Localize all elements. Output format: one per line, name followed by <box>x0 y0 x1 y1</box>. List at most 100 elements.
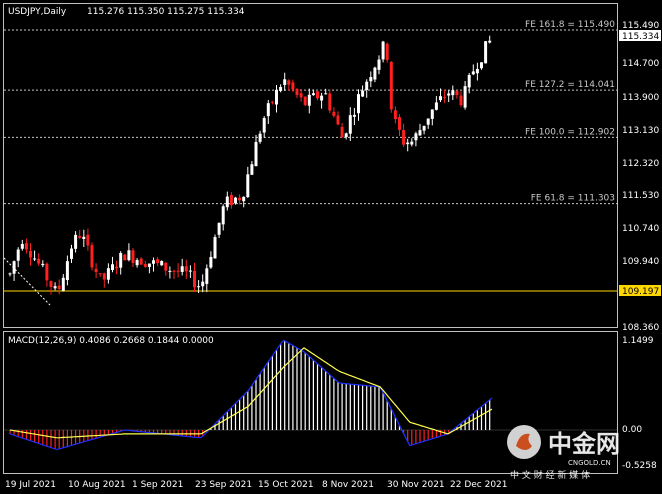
date-axis: 19 Jul 2021 10 Aug 2021 1 Sep 2021 23 Se… <box>5 480 508 490</box>
bear-candle <box>78 236 82 238</box>
fib-level-label: FE 100.0 = 112.902 <box>525 127 615 137</box>
bull-candle <box>357 94 360 114</box>
bull-candle <box>430 109 434 119</box>
price-chart[interactable]: FE 161.8 = 115.490 FE 127.2 = 114.041 FE 1… <box>0 0 662 494</box>
bull-candle <box>283 79 287 85</box>
cngold-logo: 中金网 中 文 财 经 新 媒 体 CNGOLD.CN <box>507 425 620 481</box>
bull-candle <box>242 196 246 202</box>
bear-candle <box>115 266 119 269</box>
bull-candle <box>381 41 385 60</box>
bull-candle <box>258 133 262 142</box>
bull-candle <box>168 270 172 272</box>
price-tick: 109.940 <box>622 257 659 267</box>
bull-candle <box>152 260 155 264</box>
bull-candle <box>463 86 467 108</box>
bull-candle <box>369 77 373 82</box>
bear-candle <box>193 270 196 288</box>
bull-candle <box>262 118 266 133</box>
bull-candle <box>53 286 57 289</box>
bull-candle <box>414 133 418 141</box>
bull-candle <box>205 268 209 284</box>
bear-candle <box>389 61 393 110</box>
candlestick-series <box>8 35 492 295</box>
logo-url: CNGOLD.CN <box>568 459 611 467</box>
bull-candle <box>422 125 426 131</box>
bull-candle <box>180 266 184 272</box>
bear-candle <box>459 95 463 106</box>
fibonacci-levels: FE 161.8 = 115.490 FE 127.2 = 114.041 FE 1… <box>4 20 617 205</box>
bull-candle <box>234 197 237 204</box>
bull-candle <box>20 243 24 249</box>
bull-candle <box>348 115 352 134</box>
bear-candle <box>94 268 98 273</box>
symbol-label: USDJPY,Daily <box>8 7 67 17</box>
price-tick: 112.320 <box>622 159 659 169</box>
bull-candle <box>160 261 164 266</box>
bull-candle <box>119 253 123 268</box>
level-price-label: 109.197 <box>622 287 659 297</box>
price-tick: 108.360 <box>622 323 659 333</box>
bull-candle <box>225 196 229 208</box>
bear-candle <box>238 197 242 201</box>
bull-candle <box>147 263 151 267</box>
bull-candle <box>434 102 438 110</box>
bear-candle <box>303 96 307 106</box>
bull-candle <box>279 86 283 91</box>
bull-candle <box>439 96 442 101</box>
bear-candle <box>90 245 94 268</box>
main-chart-frame <box>3 3 618 328</box>
bull-candle <box>410 141 414 145</box>
bear-candle <box>156 259 160 264</box>
bull-candle <box>12 261 16 274</box>
bear-candle <box>287 80 291 85</box>
bear-candle <box>332 111 336 116</box>
bull-candle <box>352 114 356 117</box>
bear-candle <box>393 110 397 120</box>
bull-candle <box>488 40 492 43</box>
bull-candle <box>311 93 315 96</box>
bear-candle <box>270 101 274 103</box>
price-tick: 110.740 <box>622 224 659 234</box>
date-tick: 15 Oct 2021 <box>258 480 314 490</box>
bear-candle <box>176 270 180 272</box>
bull-candle <box>307 94 311 106</box>
bull-candle <box>447 93 451 96</box>
date-tick: 8 Nov 2021 <box>322 480 374 490</box>
price-tick: 111.530 <box>622 191 659 201</box>
macd-histogram <box>9 340 491 449</box>
bull-candle <box>246 174 250 198</box>
bull-candle <box>266 103 270 117</box>
bear-candle <box>86 234 90 246</box>
bull-candle <box>61 277 65 291</box>
bull-candle <box>418 130 422 136</box>
bull-candle <box>8 273 12 275</box>
bull-candle <box>127 250 131 261</box>
logo-slogan: 中 文 财 经 新 媒 体 <box>510 469 590 481</box>
bull-candle <box>201 281 205 287</box>
bear-candle <box>164 262 168 271</box>
macd-axis-top: 1.1499 <box>622 336 654 346</box>
macd-axis-bottom: -0.5258 <box>622 461 657 471</box>
bear-candle <box>172 270 176 272</box>
bull-candle <box>480 62 483 69</box>
bear-candle <box>402 130 406 145</box>
bull-candle <box>275 89 278 105</box>
bull-candle <box>406 142 410 145</box>
bull-candle <box>111 264 114 271</box>
bull-candle <box>484 41 488 64</box>
bear-candle <box>37 258 41 264</box>
fib-level-label: FE 161.8 = 115.490 <box>525 20 615 30</box>
bear-candle <box>291 82 295 90</box>
bear-candle <box>385 43 389 60</box>
macd-axis-zero: 0.00 <box>622 425 642 435</box>
bull-candle <box>197 286 201 288</box>
price-tick: 115.490 <box>622 21 659 31</box>
date-tick: 22 Dec 2021 <box>450 480 508 490</box>
bear-candle <box>336 115 340 125</box>
bull-candle <box>471 71 475 75</box>
bull-candle <box>65 261 69 281</box>
macd-label: MACD(12,26,9) 0.4086 0.2668 0.1844 0.000… <box>8 336 214 346</box>
price-axis: 115.490 115.334 114.700 113.900 113.130 … <box>619 21 661 333</box>
bull-candle <box>344 133 348 137</box>
bear-candle <box>24 243 28 250</box>
